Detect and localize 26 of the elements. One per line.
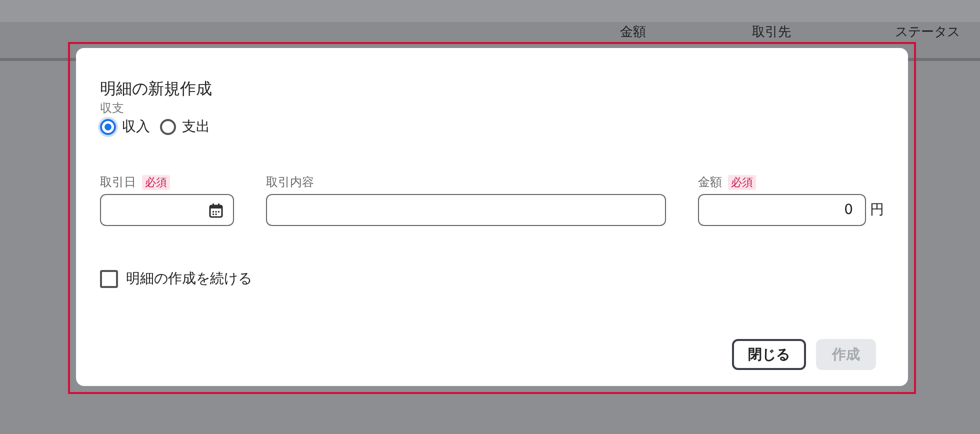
column-header: 取引先: [752, 25, 791, 40]
radio-option[interactable]: 支出: [160, 118, 210, 136]
unit-label: 円: [870, 201, 884, 219]
field-label: 金額: [698, 174, 722, 190]
radio-label: 収入: [122, 118, 150, 136]
field-label: 取引日: [100, 174, 136, 190]
column-header: 金額: [620, 25, 646, 40]
required-tag: 必須: [728, 174, 756, 190]
radio-label: 支出: [182, 118, 210, 136]
radio-option[interactable]: 収入: [100, 118, 150, 136]
required-tag: 必須: [142, 174, 170, 190]
date-field[interactable]: [100, 194, 234, 226]
radio-icon[interactable]: [160, 119, 176, 135]
field-label: 収支: [100, 100, 125, 116]
field-value: 0: [844, 202, 853, 218]
field-label: 取引内容: [266, 174, 314, 190]
calendar-icon[interactable]: [209, 202, 223, 218]
radio-icon[interactable]: [100, 119, 116, 135]
input-field[interactable]: 0: [698, 194, 866, 226]
dialog-title: 明細の新規作成: [100, 78, 213, 100]
checkbox[interactable]: [100, 270, 118, 288]
checkbox-label: 明細の作成を続ける: [126, 270, 252, 288]
column-header: ステータス: [895, 25, 960, 40]
input-field[interactable]: [266, 194, 666, 226]
close-button[interactable]: 閉じる: [732, 339, 806, 370]
checkbox-option[interactable]: 明細の作成を続ける: [100, 270, 884, 288]
